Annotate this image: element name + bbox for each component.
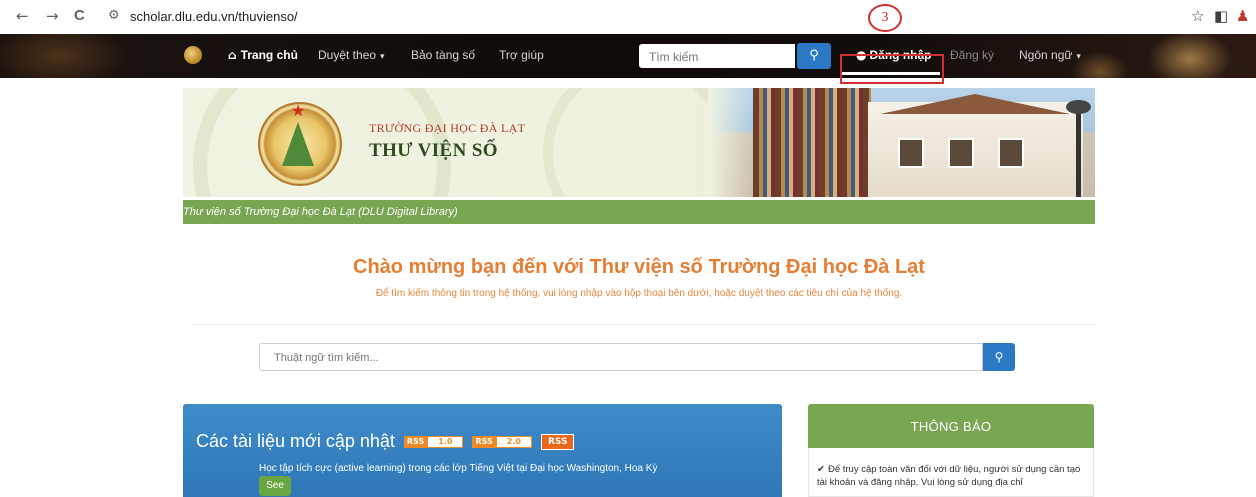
nav-search-field[interactable] [639,44,795,69]
check-icon: ✔ [817,464,825,475]
nav-home[interactable]: ⌂ Trang chủ [228,48,298,62]
main-search-input[interactable] [272,345,976,371]
banner-subtitle-bar: Thư viện số Trường Đại học Đà Lạt (DLU D… [183,200,1095,224]
nav-language-dropdown[interactable]: Ngôn ngữ ▾ [1019,48,1081,62]
home-icon: ⌂ [228,48,237,62]
notice-header: THÔNG BÁO [808,404,1094,448]
see-button[interactable]: See [259,476,291,496]
recent-documents-title: Các tài liệu mới cập nhật [196,431,395,451]
banner-library-name: THƯ VIỆN SỐ [369,140,498,161]
extension-icon[interactable]: ♟ [1236,7,1249,25]
site-navbar: ⌂ Trang chủ Duyệt theo ▾ Bảo tàng số Trợ g… [0,34,1256,78]
nav-search-button[interactable]: ⚲ [797,43,831,69]
nav-browse-label: Duyệt theo [318,48,377,62]
nav-browse-dropdown[interactable]: Duyệt theo ▾ [318,48,385,62]
welcome-title: Chào mừng bạn đến với Thư viện số Trường… [353,256,925,278]
forward-icon[interactable]: → [46,7,59,25]
main-search-button[interactable]: ⚲ [983,343,1015,371]
banner-subtitle: Thư viện số Trường Đại học Đà Lạt (DLU D… [183,206,458,218]
divider [191,324,1095,325]
back-icon[interactable]: ← [16,7,29,25]
browser-toolbar: ← → C ⚙ scholar.dlu.edu.vn/thuvienso/ 3 … [0,0,1256,34]
site-logo-icon[interactable] [184,46,202,64]
library-banner: ★ TRƯỜNG ĐẠI HỌC ĐÀ LẠT THƯ VIỆN SỐ [183,88,1095,197]
nav-language-label: Ngôn ngữ [1019,48,1073,62]
rss-feed-link[interactable]: RSS [540,434,575,451]
recent-documents-panel: Các tài liệu mới cập nhật RSS 1.0 RSS 2.0 … [183,404,782,497]
sidebar-icon[interactable]: ◧ [1214,7,1228,25]
bookshelf-image [753,88,871,197]
watermark-circle [543,88,733,197]
annotation-step-marker: 3 [868,4,902,32]
nav-help[interactable]: Trợ giúp [499,48,544,62]
banner-university-name: TRƯỜNG ĐẠI HỌC ĐÀ LẠT [369,121,526,135]
recent-document-title[interactable]: Học tập tích cực (active learning) trong… [259,463,657,474]
reload-icon[interactable]: C [74,7,85,24]
rss-2-0-link[interactable]: RSS 2.0 [472,436,532,449]
search-icon: ⚲ [994,350,1004,364]
nav-register[interactable]: Đăng ký [950,48,994,62]
building-image [868,94,1083,197]
annotation-highlight-box [840,54,944,84]
search-icon: ⚲ [809,48,819,63]
caret-down-icon: ▾ [1076,52,1081,62]
nav-search-input[interactable] [647,45,791,69]
notice-text: Để truy cập toàn văn đối với dữ liệu, ng… [817,464,1081,488]
welcome-subtitle: Để tìm kiếm thông tin trong hệ thống, vu… [375,288,903,299]
address-bar[interactable]: ⚙ scholar.dlu.edu.vn/thuvienso/ [100,5,1250,29]
main-search-field[interactable] [259,343,983,371]
notice-body: ✔ Để truy cập toàn văn đối với dữ liệu, n… [808,448,1094,497]
nav-digital-museum[interactable]: Bảo tàng số [411,48,475,62]
nav-home-label: Trang chủ [240,48,298,62]
library-photo [708,88,1095,197]
rss-1-0-link[interactable]: RSS 1.0 [403,436,464,449]
bookmark-star-icon[interactable]: ☆ [1191,7,1204,25]
recent-documents-header: Các tài liệu mới cập nhật RSS 1.0 RSS 2.0 … [196,431,575,452]
caret-down-icon: ▾ [380,52,385,62]
street-lamp-image [1066,100,1091,197]
notice-text-block: ✔ Để truy cập toàn văn đối với dữ liệu, n… [817,463,1089,489]
notice-title: THÔNG BÁO [910,419,992,434]
url-text[interactable]: scholar.dlu.edu.vn/thuvienso/ [130,9,298,24]
site-info-icon[interactable]: ⚙ [108,8,120,23]
university-emblem-icon: ★ [258,101,342,186]
